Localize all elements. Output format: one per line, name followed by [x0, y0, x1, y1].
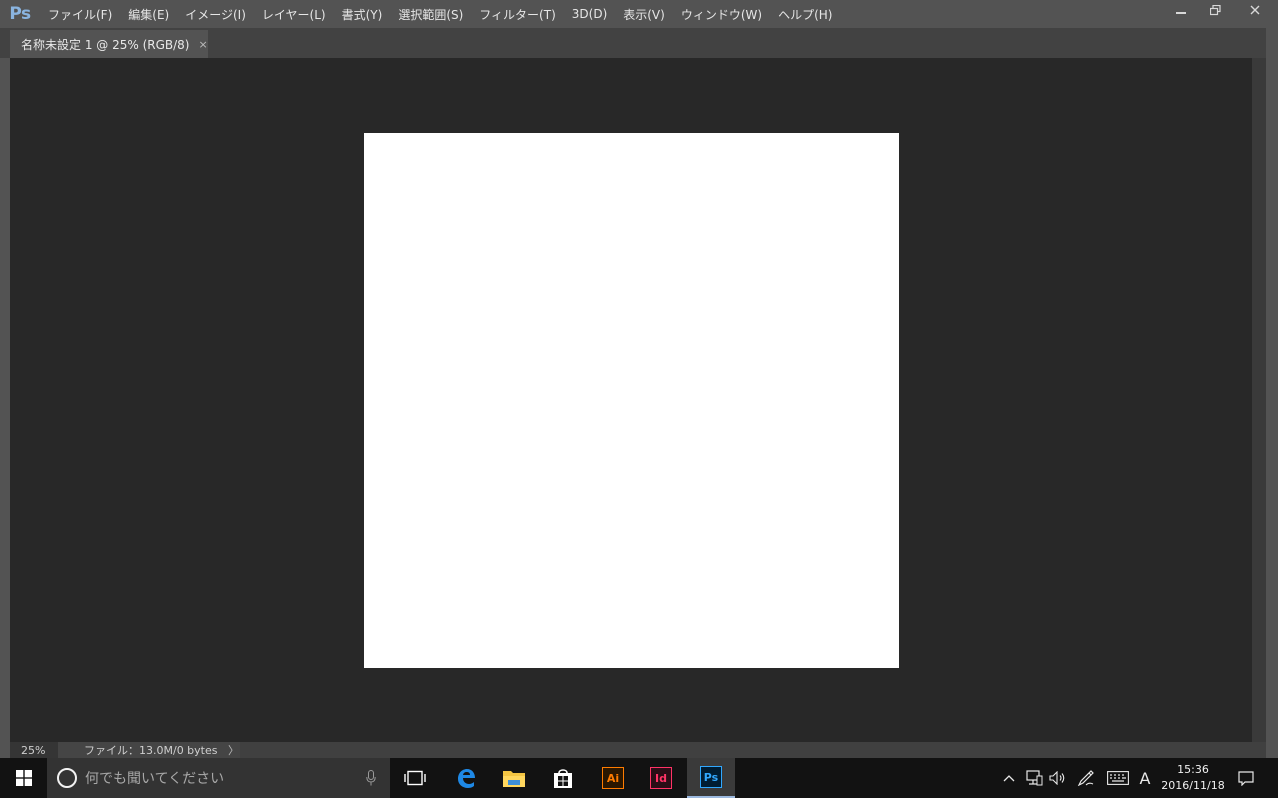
menu-file[interactable]: ファイル(F): [40, 0, 120, 28]
menu-3d[interactable]: 3D(D): [564, 0, 615, 28]
indesign-button[interactable]: Id: [637, 758, 685, 798]
menu-select[interactable]: 選択範囲(S): [390, 0, 471, 28]
window-controls: [1164, 0, 1278, 22]
menu-image[interactable]: イメージ(I): [177, 0, 254, 28]
photoshop-logo[interactable]: Ps: [0, 0, 40, 28]
restore-button[interactable]: [1198, 0, 1232, 20]
file-info[interactable]: ファイル：13.0M/0 bytes: [58, 742, 240, 758]
edge-button[interactable]: [442, 758, 490, 798]
speaker-icon: [1049, 771, 1065, 785]
store-icon: [554, 769, 572, 788]
status-menu-arrow-icon[interactable]: 〉: [228, 742, 239, 758]
cortana-icon: [57, 768, 77, 788]
search-placeholder: 何でも聞いてください: [85, 771, 225, 787]
right-panel-strip: [1266, 28, 1278, 758]
left-panel-strip: [0, 58, 10, 758]
show-hidden-icons-button[interactable]: [998, 758, 1020, 798]
zoom-level-field[interactable]: 25%: [10, 742, 58, 758]
close-button[interactable]: [1232, 0, 1278, 20]
menu-help[interactable]: ヘルプ(H): [770, 0, 840, 28]
document-canvas[interactable]: [364, 133, 899, 668]
task-view-button[interactable]: [391, 758, 439, 798]
canvas-area[interactable]: [10, 58, 1252, 742]
menu-window[interactable]: ウィンドウ(W): [673, 0, 770, 28]
file-explorer-icon: [503, 771, 525, 787]
minimize-icon: [1176, 12, 1186, 14]
close-icon: [1250, 5, 1260, 15]
menu-edit[interactable]: 編集(E): [120, 0, 177, 28]
taskbar: 何でも聞いてください Ai Id Ps A 15:36 2016/11/18: [0, 758, 1278, 798]
chevron-up-icon: [1003, 775, 1015, 782]
task-view-icon: [404, 770, 426, 786]
illustrator-button[interactable]: Ai: [589, 758, 637, 798]
document-tab-bar: 名称未設定 1 @ 25% (RGB/8) ×: [0, 28, 1278, 58]
minimize-button[interactable]: [1164, 0, 1198, 20]
document-tab[interactable]: 名称未設定 1 @ 25% (RGB/8) ×: [10, 30, 208, 58]
menu-type[interactable]: 書式(Y): [334, 0, 391, 28]
network-icon: [1026, 770, 1043, 786]
vertical-scrollbar[interactable]: [1252, 58, 1266, 742]
clock-date: 2016/11/18: [1161, 779, 1225, 792]
search-box[interactable]: 何でも聞いてください: [47, 758, 390, 798]
menu-view[interactable]: 表示(V): [615, 0, 673, 28]
clock[interactable]: 15:36 2016/11/18: [1156, 762, 1230, 796]
menu-layer[interactable]: レイヤー(L): [254, 0, 334, 28]
touch-keyboard-button[interactable]: [1104, 758, 1132, 798]
menu-filter[interactable]: フィルター(T): [471, 0, 563, 28]
windows-logo-icon: [15, 770, 32, 786]
network-button[interactable]: [1022, 758, 1046, 798]
keyboard-icon: [1107, 771, 1129, 785]
clock-time: 15:36: [1177, 763, 1209, 776]
microphone-icon[interactable]: [366, 770, 376, 786]
menu-bar: Ps ファイル(F) 編集(E) イメージ(I) レイヤー(L) 書式(Y) 選…: [0, 0, 1278, 28]
pen-workspace-button[interactable]: [1074, 758, 1098, 798]
volume-button[interactable]: [1046, 758, 1070, 798]
indesign-icon: Id: [650, 767, 672, 789]
tab-close-icon[interactable]: ×: [198, 38, 207, 51]
photoshop-button[interactable]: Ps: [687, 758, 735, 798]
photoshop-icon: Ps: [700, 766, 722, 788]
edge-icon: [458, 769, 475, 788]
start-button[interactable]: [0, 758, 47, 798]
status-bar: 25% ファイル：13.0M/0 bytes 〉: [10, 742, 1266, 758]
restore-icon: [1209, 4, 1221, 15]
ime-indicator[interactable]: A: [1134, 758, 1156, 798]
notification-icon: [1238, 770, 1254, 786]
document-tab-title: 名称未設定 1 @ 25% (RGB/8): [21, 37, 190, 52]
photoshop-window: Ps ファイル(F) 編集(E) イメージ(I) レイヤー(L) 書式(Y) 選…: [0, 0, 1278, 798]
file-explorer-button[interactable]: [490, 758, 538, 798]
pen-icon: [1077, 770, 1094, 786]
action-center-button[interactable]: [1232, 758, 1260, 798]
illustrator-icon: Ai: [602, 767, 624, 789]
store-button[interactable]: [539, 758, 587, 798]
